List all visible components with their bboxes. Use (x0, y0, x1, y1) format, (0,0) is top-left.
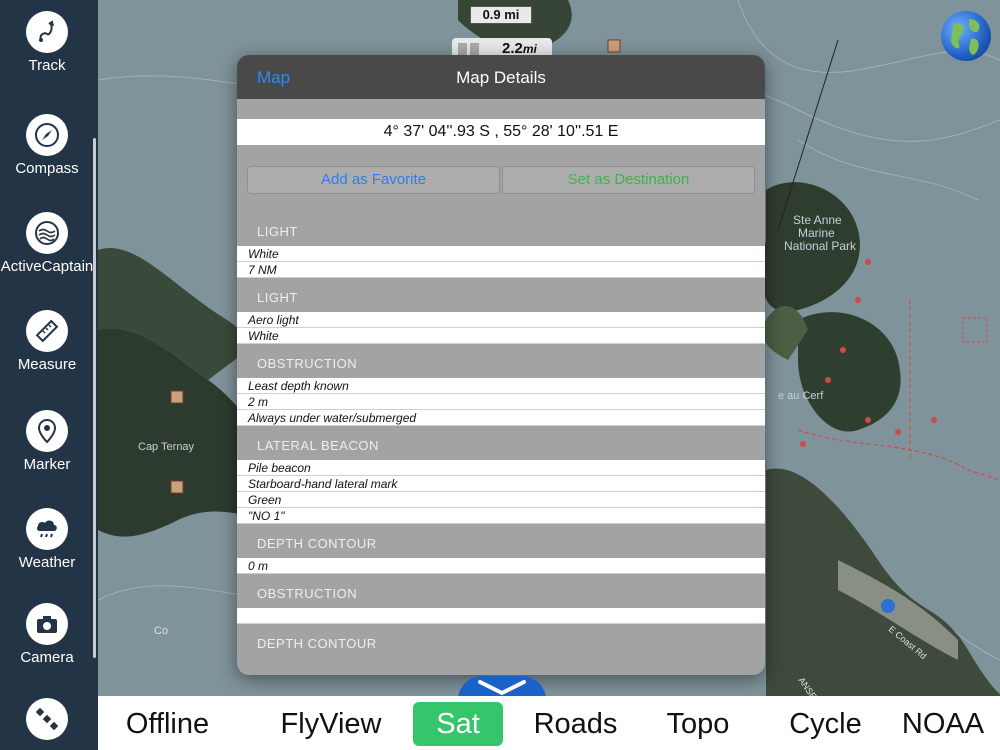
detail-row: 7 NM (237, 262, 765, 278)
sidebar-item-label: Track (28, 57, 66, 74)
distance-readout-marker (470, 43, 479, 55)
maptype-flyview[interactable]: FlyView (270, 702, 392, 746)
label-au-cerf: e au Cerf (778, 390, 824, 402)
dialog-title: Map Details (456, 68, 546, 87)
activecaptain-icon (26, 212, 68, 254)
distance-readout-marker (458, 43, 467, 55)
detail-row: Starboard-hand lateral mark (237, 476, 765, 492)
sidebar-item-label: Weather (18, 554, 76, 571)
ruler-icon (26, 310, 68, 352)
satellite-icon (26, 698, 68, 740)
label-national-park: National Park (784, 239, 857, 253)
section-header: OBSTRUCTION (257, 356, 358, 371)
detail-row: 2 m (237, 394, 765, 410)
section-header: DEPTH CONTOUR (257, 636, 377, 651)
section-header: LATERAL BEACON (257, 438, 379, 453)
sidebar-item-weather[interactable]: Weather (0, 508, 94, 571)
map-type-bar: Offline FlyView Sat Roads Topo Cycle NOA… (98, 696, 1000, 750)
detail-row: Aero light (237, 312, 765, 328)
map-details-dialog: Map Map Details 4° 37' 04''.93 S , 55° 2… (237, 55, 765, 675)
sidebar-item-satellite[interactable] (0, 698, 94, 740)
maptype-offline[interactable]: Offline (110, 702, 225, 746)
map-pin-icon (26, 410, 68, 452)
sidebar-item-track[interactable]: Track (0, 11, 94, 74)
dialog-header: Map Map Details (237, 55, 765, 99)
globe-continents (951, 19, 980, 55)
detail-row (237, 608, 765, 624)
label-cap-ternay: Cap Ternay (138, 441, 195, 453)
detail-row: Green (237, 492, 765, 508)
sidebar-item-label: ActiveCaptain (0, 258, 94, 275)
section-header: LIGHT (257, 224, 298, 239)
section-header: OBSTRUCTION (257, 586, 358, 601)
sidebar-item-label: Camera (20, 649, 74, 666)
maptype-noaa[interactable]: NOAA (893, 702, 993, 746)
track-icon (26, 11, 68, 53)
label-marine: Marine (798, 226, 835, 240)
chevron-down-icon (478, 680, 526, 695)
scale-bar: 0.9 mi (470, 6, 532, 24)
globe-icon[interactable] (941, 11, 991, 61)
sidebar-item-activecaptain[interactable]: ActiveCaptain (0, 212, 94, 275)
maptype-roads[interactable]: Roads (523, 702, 628, 746)
camera-icon (26, 603, 68, 645)
detail-row: "NO 1" (237, 508, 765, 524)
sidebar-item-label: Measure (17, 356, 77, 373)
sidebar-item-marker[interactable]: Marker (0, 410, 94, 473)
detail-row: White (237, 328, 765, 344)
maptype-topo[interactable]: Topo (653, 702, 743, 746)
sidebar-item-compass[interactable]: Compass (0, 114, 94, 177)
detail-row: White (237, 246, 765, 262)
section-header: DEPTH CONTOUR (257, 536, 377, 551)
sidebar-scrollbar[interactable] (93, 138, 96, 658)
detail-row: Least depth known (237, 378, 765, 394)
action-buttons: Add as Favorite Set as Destination (237, 166, 765, 194)
set-destination-button[interactable]: Set as Destination (502, 166, 755, 194)
compass-icon (26, 114, 68, 156)
label-co: Co (154, 625, 168, 637)
distance-unit: mi (522, 42, 537, 56)
maptype-sat[interactable]: Sat (413, 702, 503, 746)
detail-row: Always under water/submerged (237, 410, 765, 426)
sidebar-item-measure[interactable]: Measure (0, 310, 94, 373)
detail-row: Pile beacon (237, 460, 765, 476)
sidebar-item-label: Compass (15, 160, 79, 177)
coordinates-readout: 4° 37' 04''.93 S , 55° 28' 10''.51 E (237, 119, 765, 145)
add-favorite-button[interactable]: Add as Favorite (247, 166, 500, 194)
detail-row: 0 m (237, 558, 765, 574)
maptype-cycle[interactable]: Cycle (778, 702, 873, 746)
tool-sidebar: Track Compass ActiveCaptain Measure Mark… (0, 0, 98, 750)
label-ste-anne: Ste Anne (793, 213, 842, 227)
rain-cloud-icon (26, 508, 68, 550)
sidebar-item-camera[interactable]: Camera (0, 603, 94, 666)
sidebar-item-label: Marker (23, 456, 71, 473)
section-header: LIGHT (257, 290, 298, 305)
dialog-body[interactable]: 4° 37' 04''.93 S , 55° 28' 10''.51 E Add… (237, 99, 765, 675)
